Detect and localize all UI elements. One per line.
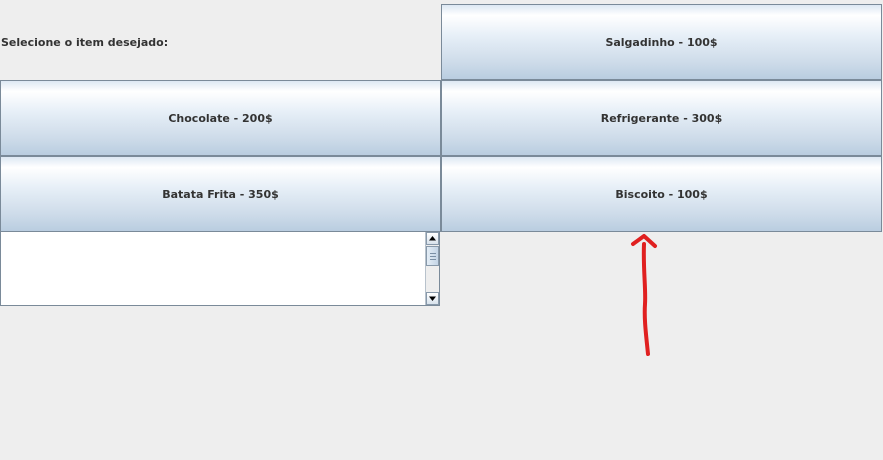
chocolate-button[interactable]: Chocolate - 200$ xyxy=(0,80,441,156)
output-text-area[interactable] xyxy=(0,232,440,306)
scroll-down-arrow-icon[interactable] xyxy=(426,292,439,305)
red-annotation-arrow-icon xyxy=(631,234,657,356)
vertical-scrollbar[interactable] xyxy=(425,232,439,305)
scrollbar-thumb[interactable] xyxy=(426,246,439,266)
refrigerante-button[interactable]: Refrigerante - 300$ xyxy=(441,80,882,156)
biscoito-button[interactable]: Biscoito - 100$ xyxy=(441,156,882,232)
scroll-up-arrow-icon[interactable] xyxy=(426,232,439,245)
batata-frita-button[interactable]: Batata Frita - 350$ xyxy=(0,156,441,232)
salgadinho-button[interactable]: Salgadinho - 100$ xyxy=(441,4,882,80)
output-text[interactable] xyxy=(1,232,425,305)
select-item-label: Selecione o item desejado: xyxy=(1,36,169,49)
